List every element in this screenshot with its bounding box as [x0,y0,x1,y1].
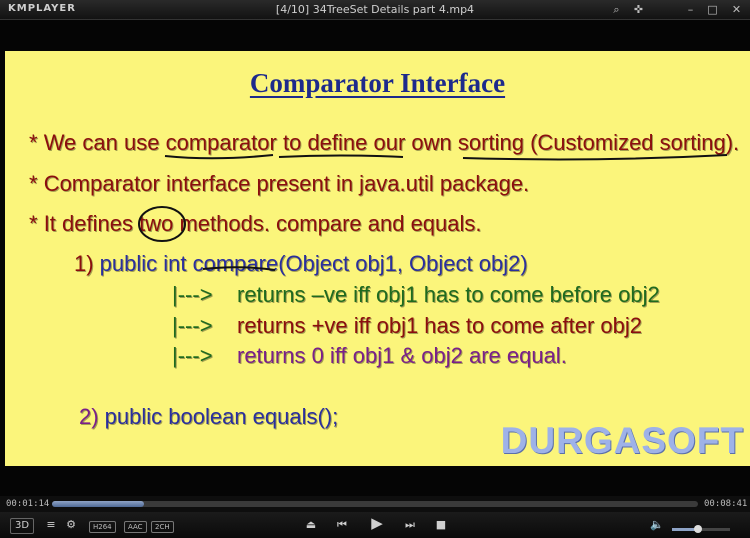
control-bar: 3D ≡ ⚙ H264 AAC 2CH ⏏ ⏮ ▶ ⏭ ■ 🔈 [0,512,750,538]
pin-icon[interactable]: ✜ [631,2,646,17]
previous-icon[interactable]: ⏮ [335,518,349,532]
volume-knob[interactable] [694,525,703,533]
maximize-button[interactable]: □ [705,2,720,17]
3d-button[interactable]: 3D [10,518,34,534]
volume-icon[interactable]: 🔈 [650,518,664,532]
current-time: 00:01:14 [6,499,50,509]
channels-badge: 2CH [151,521,174,533]
close-button[interactable]: ✕ [729,2,744,17]
settings-icon[interactable]: ⚙ [64,518,78,532]
search-icon[interactable]: ⌕ [609,2,624,17]
title-bar[interactable]: KMPLAYER [4/10] 34TreeSet Details part 4… [0,0,750,20]
minimize-button[interactable]: – [683,2,698,17]
play-icon[interactable]: ▶ [368,516,386,531]
underline-mark [462,154,728,161]
volume-slider[interactable] [672,525,730,533]
next-icon[interactable]: ⏭ [403,518,417,532]
stop-icon[interactable]: ■ [434,518,448,532]
underline-mark [202,266,276,271]
video-codec-badge: H264 [89,521,116,533]
playlist-icon[interactable]: ≡ [44,518,58,532]
underline-mark [164,154,274,160]
kmplayer-window: KMPLAYER [4/10] 34TreeSet Details part 4… [0,0,750,538]
pen-annotations [138,154,728,271]
underline-mark [278,154,404,158]
audio-codec-badge: AAC [124,521,147,533]
eject-icon[interactable]: ⏏ [304,518,318,532]
seek-progress [52,501,144,507]
seek-row: 00:01:14 00:08:41 [0,496,750,512]
circle-mark [138,206,186,242]
seek-bar[interactable] [52,501,698,507]
video-area[interactable]: Comparator Interface * We can use compar… [5,51,750,466]
total-time: 00:08:41 [704,499,748,509]
